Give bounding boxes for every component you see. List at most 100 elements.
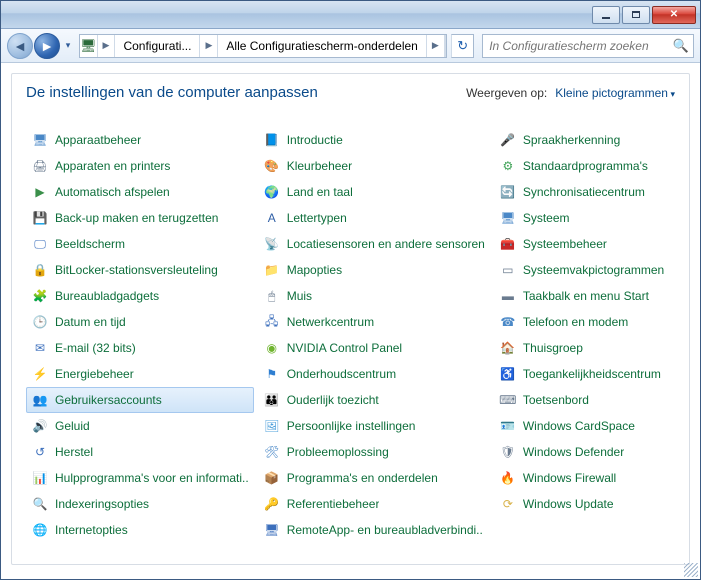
cp-item[interactable]: 🖥Systeem xyxy=(494,205,675,231)
item-icon: 🔍 xyxy=(31,495,49,513)
cp-item[interactable]: ◉NVIDIA Control Panel xyxy=(258,335,490,361)
resize-grip[interactable] xyxy=(684,563,698,577)
cp-item[interactable]: 🎤Spraakherkenning xyxy=(494,127,675,153)
cp-item[interactable]: 🖱Muis xyxy=(258,283,490,309)
cp-item[interactable]: 🧩 Bureaubladgadgets xyxy=(26,283,254,309)
item-icon: ☎ xyxy=(499,313,517,331)
refresh-button[interactable]: ↻ xyxy=(451,34,474,58)
cp-item[interactable]: ALettertypen xyxy=(258,205,490,231)
forward-button[interactable]: ► xyxy=(34,33,60,59)
search-icon[interactable]: 🔍 xyxy=(673,38,689,54)
item-icon: 📊 xyxy=(31,469,49,487)
item-icon: 🖵 xyxy=(31,235,49,253)
item-icon: 📘 xyxy=(263,131,281,149)
cp-item[interactable]: ▬Taakbalk en menu Start xyxy=(494,283,675,309)
minimize-button[interactable] xyxy=(592,6,620,24)
cp-item[interactable]: 🖥Apparaatbeheer xyxy=(26,127,254,153)
item-icon: ⚙ xyxy=(499,157,517,175)
item-label: Lettertypen xyxy=(287,211,347,225)
cp-item[interactable]: 👥Gebruikersaccounts xyxy=(26,387,254,413)
cp-item[interactable]: 📁Mapopties xyxy=(258,257,490,283)
cp-item[interactable]: 🏠Thuisgroep xyxy=(494,335,675,361)
item-icon: 🧩 xyxy=(31,287,49,305)
titlebar[interactable] xyxy=(1,1,700,29)
item-icon: 🌐 xyxy=(31,521,49,539)
cp-item[interactable]: 🔑Referentiebeheer xyxy=(258,491,490,517)
item-icon: 🛠 xyxy=(263,443,281,461)
item-icon: 🖥 xyxy=(31,131,49,149)
cp-item[interactable]: 🔒BitLocker-stationsversleuteling xyxy=(26,257,254,283)
chevron-right-icon[interactable]: ▶ xyxy=(200,35,218,57)
cp-item[interactable]: ♿Toegankelijkheidscentrum xyxy=(494,361,675,387)
item-label: Ouderlijk toezicht xyxy=(287,393,379,407)
cp-item[interactable]: 👪 Ouderlijk toezicht xyxy=(258,387,490,413)
cp-item[interactable]: 📘Introductie xyxy=(258,127,490,153)
item-label: Netwerkcentrum xyxy=(287,315,374,329)
cp-item[interactable]: 🖼Persoonlijke instellingen xyxy=(258,413,490,439)
search-box[interactable]: 🔍 xyxy=(482,34,694,58)
cp-item[interactable]: 🔍Indexeringsopties xyxy=(26,491,254,517)
control-panel-icon[interactable]: 🖥 xyxy=(80,35,98,57)
item-label: Standaardprogramma's xyxy=(523,159,648,173)
cp-item[interactable]: 🔊Geluid xyxy=(26,413,254,439)
cp-item[interactable]: 🧰Systeembeheer xyxy=(494,231,675,257)
cp-item[interactable]: 🖧Netwerkcentrum xyxy=(258,309,490,335)
item-icon: ⟳ xyxy=(499,495,517,513)
item-label: Thuisgroep xyxy=(523,341,583,355)
cp-item[interactable]: 🪪Windows CardSpace xyxy=(494,413,675,439)
cp-item[interactable]: ☎Telefoon en modem xyxy=(494,309,675,335)
item-icon: 📡 xyxy=(263,235,281,253)
item-icon: 💾 xyxy=(31,209,49,227)
close-button[interactable] xyxy=(652,6,696,24)
cp-item[interactable]: ⚙ Standaardprogramma's xyxy=(494,153,675,179)
cp-item[interactable]: 🎨Kleurbeheer xyxy=(258,153,490,179)
item-label: Apparaten en printers xyxy=(55,159,170,173)
cp-item[interactable]: ▭ Systeemvakpictogrammen xyxy=(494,257,675,283)
cp-item[interactable]: ⌨Toetsenbord xyxy=(494,387,675,413)
item-icon: ♿ xyxy=(499,365,517,383)
cp-item[interactable]: ↺Herstel xyxy=(26,439,254,465)
cp-item[interactable]: 📦Programma's en onderdelen xyxy=(258,465,490,491)
cp-item[interactable]: 🖨Apparaten en printers xyxy=(26,153,254,179)
item-icon: 🧰 xyxy=(499,235,517,253)
chevron-right-icon[interactable]: ▶ xyxy=(427,35,445,57)
cp-item[interactable]: 🖵Beeldscherm xyxy=(26,231,254,257)
cp-item[interactable]: ⟳Windows Update xyxy=(494,491,675,517)
history-dropdown[interactable]: ▾ xyxy=(61,33,75,59)
chevron-down-icon[interactable]: ▾ xyxy=(445,35,448,57)
item-label: Bureaubladgadgets xyxy=(55,289,159,303)
cp-item[interactable]: 🔄Synchronisatiecentrum xyxy=(494,179,675,205)
item-label: Systeemvakpictogrammen xyxy=(523,263,664,277)
breadcrumb-seg-2[interactable]: Alle Configuratiescherm-onderdelen xyxy=(218,35,426,57)
chevron-right-icon[interactable]: ▶ xyxy=(98,35,116,57)
cp-item[interactable]: 🛡Windows Defender xyxy=(494,439,675,465)
item-icon: ◉ xyxy=(263,339,281,357)
cp-item[interactable]: ⚑Onderhoudscentrum xyxy=(258,361,490,387)
item-icon: ▭ xyxy=(499,261,517,279)
cp-item[interactable]: ✉E-mail (32 bits) xyxy=(26,335,254,361)
breadcrumb-seg-1[interactable]: Configurati... xyxy=(115,35,200,57)
item-label: Land en taal xyxy=(287,185,353,199)
cp-item[interactable]: ▶Automatisch afspelen xyxy=(26,179,254,205)
cp-item[interactable]: 🕒Datum en tijd xyxy=(26,309,254,335)
cp-item[interactable]: ⚡Energiebeheer xyxy=(26,361,254,387)
breadcrumb[interactable]: 🖥 ▶ Configurati... ▶ Alle Configuratiesc… xyxy=(79,34,447,58)
cp-item[interactable]: 📊Hulpprogramma's voor en informati.. xyxy=(26,465,254,491)
content-area: De instellingen van de computer aanpasse… xyxy=(1,63,700,579)
cp-item[interactable]: 💾 Back-up maken en terugzetten xyxy=(26,205,254,231)
item-icon: 🔄 xyxy=(499,183,517,201)
cp-item[interactable]: 🖥RemoteApp- en bureaubladverbindi.. xyxy=(258,517,490,543)
search-input[interactable] xyxy=(487,38,673,54)
view-by-select[interactable]: Kleine pictogrammen xyxy=(555,86,675,100)
cp-item[interactable]: 📡Locatiesensoren en andere sensoren xyxy=(258,231,490,257)
maximize-button[interactable] xyxy=(622,6,650,24)
cp-item[interactable]: 🌍Land en taal xyxy=(258,179,490,205)
cp-item[interactable]: 🔥Windows Firewall xyxy=(494,465,675,491)
item-label: Back-up maken en terugzetten xyxy=(55,211,218,225)
cp-item[interactable]: 🌐Internetopties xyxy=(26,517,254,543)
back-button[interactable]: ◄ xyxy=(7,33,33,59)
item-icon: 👪 xyxy=(263,391,281,409)
cp-item[interactable]: 🛠Probleemoplossing xyxy=(258,439,490,465)
item-icon: ▶ xyxy=(31,183,49,201)
item-label: Kleurbeheer xyxy=(287,159,352,173)
